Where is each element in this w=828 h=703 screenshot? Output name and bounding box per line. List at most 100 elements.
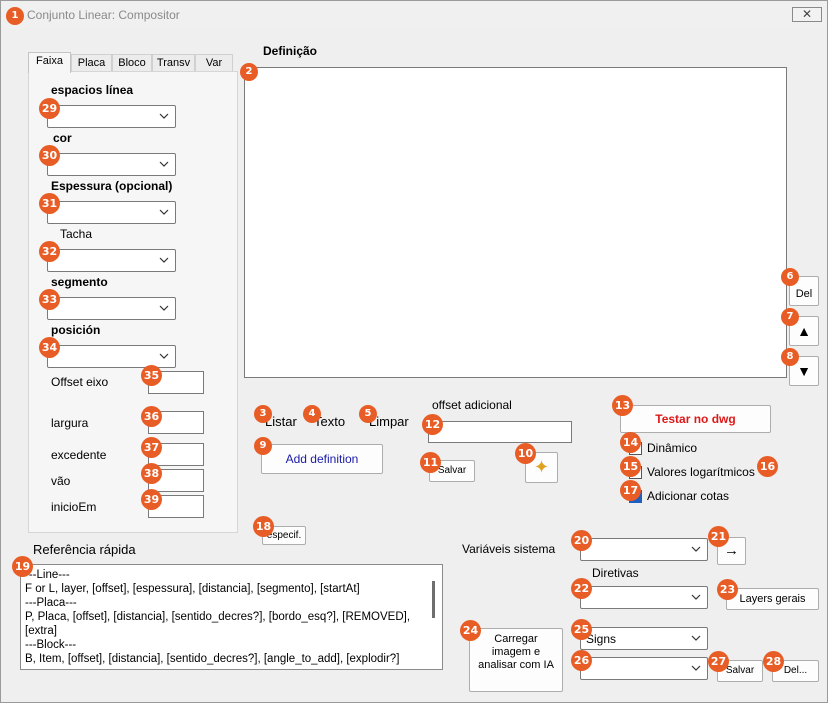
testar-dwg-button[interactable]: Testar no dwg — [620, 405, 771, 433]
chevron-down-icon — [159, 257, 169, 263]
badge-12: 12 — [422, 414, 443, 435]
espacios-combo[interactable] — [47, 105, 176, 128]
offset-eixo-label: Offset eixo — [51, 375, 109, 389]
cor-label: cor — [53, 131, 72, 145]
badge-31: 31 — [39, 193, 60, 214]
chevron-down-icon — [159, 353, 169, 359]
badge-19: 19 — [12, 556, 33, 577]
compositor-window: Conjunto Linear: Compositor ✕ 1 Faixa Pl… — [0, 0, 828, 703]
tab-transv[interactable]: Transv — [152, 54, 195, 72]
chevron-down-icon — [159, 209, 169, 215]
badge-22: 22 — [571, 578, 592, 599]
reference-heading: Referência rápida — [33, 542, 136, 557]
largura-label: largura — [51, 416, 89, 430]
badge-30: 30 — [39, 145, 60, 166]
badge-13: 13 — [612, 395, 633, 416]
espacios-label: espacios línea — [51, 83, 134, 97]
badge-10: 10 — [515, 443, 536, 464]
badge-33: 33 — [39, 289, 60, 310]
tacha-combo[interactable] — [47, 249, 176, 272]
variaveis-combo[interactable] — [580, 538, 708, 561]
diretivas-label: Diretivas — [592, 566, 639, 580]
reference-line: ---Block--- — [25, 639, 77, 651]
badge-26: 26 — [571, 650, 592, 671]
badge-9: 9 — [254, 437, 272, 455]
cor-combo[interactable] — [47, 153, 176, 176]
badge-5: 5 — [359, 405, 377, 423]
badge-29: 29 — [39, 98, 60, 119]
segmento-combo[interactable] — [47, 297, 176, 320]
carregar-imagem-button[interactable]: Carregar imagem e analisar com IA — [469, 628, 563, 692]
reference-line: ---Placa--- — [25, 597, 77, 609]
badge-17: 17 — [620, 480, 641, 501]
badge-15: 15 — [620, 456, 641, 477]
badge-34: 34 — [39, 337, 60, 358]
reference-line: B, Item, [offset], [distancia], [sentido… — [25, 653, 400, 665]
badge-35: 35 — [141, 365, 162, 386]
offset-adicional-input[interactable] — [428, 421, 572, 443]
badge-21: 21 — [708, 526, 729, 547]
badge-32: 32 — [39, 241, 60, 262]
chevron-down-icon — [159, 161, 169, 167]
reference-box[interactable]: ---Line--- F or L, layer, [offset], [esp… — [20, 564, 443, 670]
badge-39: 39 — [141, 489, 162, 510]
reference-line: [extra] — [25, 625, 57, 637]
badge-6: 6 — [781, 268, 799, 286]
window-title: Conjunto Linear: Compositor — [27, 8, 180, 22]
definition-textarea[interactable] — [244, 67, 787, 378]
inicio-label: inicioEm — [51, 500, 97, 514]
badge-28: 28 — [763, 651, 784, 672]
arrow-right-icon: → — [724, 542, 739, 559]
close-button[interactable]: ✕ — [792, 7, 822, 22]
tab-bloco[interactable]: Bloco — [112, 54, 152, 72]
badge-2: 2 — [240, 63, 258, 81]
add-definition-button[interactable]: Add definition — [261, 444, 383, 474]
badge-25: 25 — [571, 619, 592, 640]
tab-faixa[interactable]: Faixa — [28, 52, 71, 73]
chevron-down-icon — [691, 546, 701, 552]
adicionar-cotas-label: Adicionar cotas — [647, 489, 730, 503]
valores-log-label: Valores logarítmicos — [647, 465, 755, 479]
badge-11: 11 — [420, 452, 441, 473]
reference-line: P, Placa, [offset], [distancia], [sentid… — [25, 611, 411, 623]
chevron-down-icon — [159, 305, 169, 311]
badge-23: 23 — [717, 579, 738, 600]
posicion-combo[interactable] — [47, 345, 176, 368]
badge-1: 1 — [6, 7, 24, 25]
excedente-label: excedente — [51, 448, 107, 462]
title-bar: Conjunto Linear: Compositor ✕ — [1, 1, 827, 29]
badge-27: 27 — [708, 651, 729, 672]
diretivas-combo[interactable] — [580, 586, 708, 609]
espessura-combo[interactable] — [47, 201, 176, 224]
badge-4: 4 — [303, 405, 321, 423]
badge-3: 3 — [254, 405, 272, 423]
badge-8: 8 — [781, 348, 799, 366]
bottom-combo[interactable] — [580, 657, 708, 680]
chevron-down-icon — [691, 665, 701, 671]
vao-label: vão — [51, 474, 71, 488]
badge-36: 36 — [141, 406, 162, 427]
posicion-label: posición — [51, 323, 101, 337]
chevron-down-icon — [691, 594, 701, 600]
badge-7: 7 — [781, 308, 799, 326]
badge-38: 38 — [141, 463, 162, 484]
segmento-label: segmento — [51, 275, 108, 289]
chevron-down-icon — [159, 113, 169, 119]
definition-heading: Definição — [263, 44, 318, 58]
espessura-label: Espessura (opcional) — [51, 179, 173, 193]
reference-line: F or L, layer, [offset], [espessura], [d… — [25, 583, 360, 595]
badge-24: 24 — [460, 620, 481, 641]
badge-18: 18 — [253, 516, 274, 537]
tab-placa[interactable]: Placa — [71, 54, 112, 72]
tab-var[interactable]: Var — [195, 54, 233, 72]
badge-16: 16 — [757, 456, 778, 477]
dinamico-label: Dinâmico — [647, 441, 698, 455]
variaveis-label: Variáveis sistema — [462, 542, 556, 556]
sparkle-icon: ✦ — [533, 457, 550, 477]
layers-gerais-button[interactable]: Layers gerais — [726, 588, 819, 610]
chevron-down-icon — [691, 635, 701, 641]
offset-adicional-label: offset adicional — [432, 398, 512, 412]
signs-combo[interactable]: Signs — [580, 627, 708, 650]
reference-scrollbar[interactable] — [432, 581, 435, 618]
del-label: Del — [795, 288, 813, 300]
